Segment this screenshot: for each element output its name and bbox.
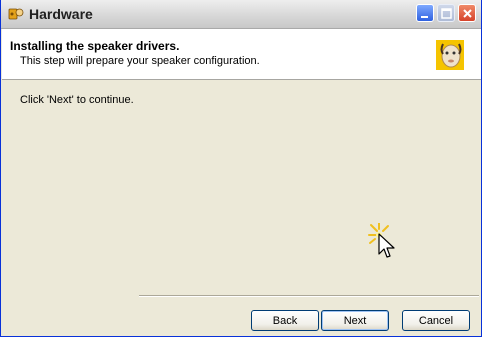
cancel-button[interactable]: Cancel [402, 310, 470, 331]
button-separator [139, 295, 479, 297]
minimize-icon [421, 16, 428, 18]
back-button[interactable]: Back [251, 310, 319, 331]
wizard-header: Installing the speaker drivers. This ste… [2, 29, 481, 80]
header-title: Installing the speaker drivers. [10, 39, 180, 53]
minimize-button[interactable] [416, 4, 434, 22]
mascot-icon [436, 40, 464, 70]
hardware-app-icon [8, 6, 24, 22]
mouse-cursor-icon [367, 222, 401, 259]
wizard-body: Click 'Next' to continue. Back Next Canc… [2, 80, 481, 336]
instruction-text: Click 'Next' to continue. [20, 94, 134, 106]
header-subtitle: This step will prepare your speaker conf… [20, 55, 260, 67]
maximize-icon [441, 8, 452, 19]
close-button[interactable] [458, 4, 476, 22]
installer-window: Hardware Installing the speaker drivers.… [0, 0, 482, 337]
next-button[interactable]: Next [321, 310, 389, 331]
maximize-button[interactable] [437, 4, 455, 22]
window-title: Hardware [29, 6, 93, 22]
close-icon [463, 9, 472, 18]
title-bar[interactable]: Hardware [1, 0, 481, 29]
